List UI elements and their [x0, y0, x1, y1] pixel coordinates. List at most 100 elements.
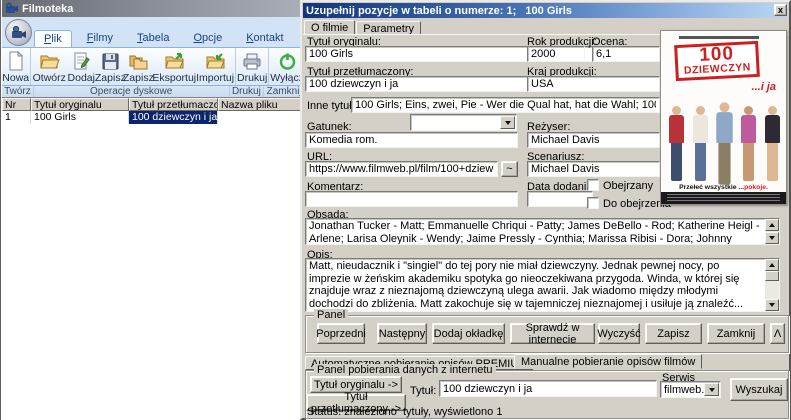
- tytul-search-input[interactable]: [439, 380, 657, 397]
- col-header-nr[interactable]: Nr: [2, 98, 31, 111]
- export-folder-icon: [164, 52, 185, 71]
- rezyser-input[interactable]: [527, 132, 660, 148]
- do-obejrzenia-checkbox[interactable]: [587, 197, 599, 209]
- obejrzany-checkbox[interactable]: [587, 179, 599, 191]
- tab-manualne-pobieranie[interactable]: Manualne pobieranie opisów filmów: [514, 354, 702, 369]
- poster-person: [741, 106, 756, 181]
- dialog-tabstrip: O filmie Parametry: [304, 20, 422, 35]
- obejrzany-label: Obejrzany: [603, 180, 653, 192]
- open-button-label: Otwórz: [33, 72, 66, 84]
- tab-o-filmie[interactable]: O filmie: [304, 20, 355, 35]
- tab-parametry[interactable]: Parametry: [356, 21, 421, 35]
- power-off-button[interactable]: Wyłącz: [270, 48, 303, 85]
- export-button[interactable]: Eksportuj: [152, 48, 196, 85]
- komentarz-input[interactable]: [305, 191, 518, 207]
- add-button[interactable]: Dodaj: [66, 48, 96, 85]
- desktop: Filmoteka Plik Filmy Tabela Opcje Kontak…: [0, 0, 791, 420]
- scenariusz-input[interactable]: [527, 161, 660, 177]
- open-folder-icon: [39, 52, 60, 71]
- new-button[interactable]: Nowa: [2, 48, 29, 85]
- gatunek-input[interactable]: [305, 132, 518, 148]
- tab-opcje[interactable]: Opcje: [184, 30, 231, 47]
- zapisz-button[interactable]: Zapisz: [645, 323, 702, 344]
- poster-people: [669, 97, 780, 181]
- poster-title: 100 DZIEWCZYN: [674, 41, 760, 81]
- close-icon[interactable]: x: [774, 4, 787, 16]
- poster-person: [716, 102, 733, 185]
- scroll-up-icon[interactable]: [765, 259, 779, 271]
- collapse-up-button[interactable]: Λ: [770, 323, 785, 344]
- opis-scrollbar[interactable]: [765, 259, 779, 311]
- save-as-button-label: Zapisz: [123, 72, 154, 84]
- import-button[interactable]: Importuj: [196, 48, 234, 85]
- sprawdz-w-internecie-button[interactable]: Sprawdź w internecie: [510, 323, 595, 344]
- obsada-scrollbar[interactable]: [765, 219, 779, 244]
- nastepny-button[interactable]: Następny: [377, 323, 427, 344]
- col-header-nazwa-pliku[interactable]: Nazwa pliku: [218, 98, 303, 111]
- serwis-combobox[interactable]: filmweb.pl: [660, 381, 721, 398]
- tab-filmy[interactable]: Filmy: [78, 30, 122, 47]
- panel-groupbox-label: Panel: [314, 309, 348, 321]
- add-button-label: Dodaj: [68, 72, 95, 84]
- col-header-tytul-przetlumaczony[interactable]: Tytuł przetłumaczony: [129, 98, 218, 111]
- movie-camera-icon: [11, 25, 27, 41]
- inne-tytuly-input[interactable]: [351, 97, 660, 113]
- toolbar-separator: [30, 48, 31, 85]
- table-cell-tytul-przetlumaczony-selected[interactable]: 100 dziewczyn i ja: [129, 111, 218, 124]
- scroll-up-icon[interactable]: [765, 219, 779, 231]
- scroll-down-icon[interactable]: [765, 232, 779, 244]
- chevron-down-icon[interactable]: [704, 383, 719, 396]
- table-cell-tytul-oryginalu[interactable]: 100 Girls: [31, 111, 129, 124]
- zamknij-button[interactable]: Zamknij: [707, 323, 765, 344]
- wyszukaj-button[interactable]: Wyszukaj: [730, 378, 788, 401]
- poster-person: [669, 106, 684, 181]
- url-expand-button[interactable]: ~: [501, 161, 518, 177]
- tab-plik[interactable]: Plik: [34, 30, 72, 47]
- printer-icon: [242, 52, 262, 71]
- main-titlebar[interactable]: Filmoteka: [2, 0, 303, 17]
- import-button-label: Importuj: [196, 72, 234, 84]
- print-button-label: Drukuj: [237, 72, 267, 84]
- export-button-label: Eksportuj: [152, 72, 196, 84]
- tab-tabela[interactable]: Tabela: [128, 30, 178, 47]
- ocena-input[interactable]: [592, 46, 660, 62]
- dodaj-okladke-button[interactable]: Dodaj okładkę: [432, 323, 505, 344]
- new-button-label: Nowa: [2, 72, 29, 84]
- chevron-down-icon[interactable]: [500, 116, 515, 129]
- gatunek-combobox[interactable]: [410, 114, 517, 131]
- opis-textarea[interactable]: Matt, nieudacznik i "singiel" do tej por…: [305, 258, 780, 312]
- dialog-titlebar[interactable]: Uzupełnij pozycje w tabeli o numerze: 1;…: [303, 3, 788, 18]
- save-button[interactable]: Zapisz: [96, 48, 124, 85]
- obsada-textarea[interactable]: Jonathan Tucker - Matt; Emmanuelle Chriq…: [305, 218, 780, 245]
- scrollbar-thumb[interactable]: [765, 271, 779, 281]
- kraj-produkcji-input[interactable]: [527, 76, 660, 92]
- toolbar-separator: [235, 48, 236, 85]
- ribbon-toolbar: Nowa Otwórz Dodaj Zapisz Zapisz: [2, 47, 303, 86]
- table-cell-nr[interactable]: 1: [2, 111, 31, 124]
- toolbar-separator: [268, 48, 269, 85]
- poster-tagline: Przełeć wszystkie ...pokoje.: [661, 184, 786, 191]
- copy-folders-icon: [128, 52, 148, 71]
- save-as-button[interactable]: Zapisz: [124, 48, 152, 85]
- col-header-tytul-oryginalu[interactable]: Tytuł oryginalu: [31, 98, 129, 111]
- power-button-label: Wyłącz: [270, 72, 303, 84]
- poprzedni-button[interactable]: Poprzedni: [317, 323, 365, 344]
- open-button[interactable]: Otwórz: [32, 48, 66, 85]
- movies-table: Nr Tytuł oryginalu Tytuł przetłumaczony …: [2, 97, 303, 419]
- print-button[interactable]: Drukuj: [237, 48, 267, 85]
- rok-produkcji-input[interactable]: [527, 46, 585, 62]
- url-input[interactable]: [305, 161, 498, 177]
- app-menu-button[interactable]: [5, 19, 32, 46]
- status-text: Status: znaleziono tytuły, wyświetlono 1: [307, 406, 502, 418]
- ribbon-tabstrip: Plik Filmy Tabela Opcje Kontakt: [34, 30, 293, 47]
- tab-kontakt[interactable]: Kontakt: [237, 30, 292, 47]
- download-panel-label: Panel pobierania danych z internetu: [314, 364, 496, 376]
- scroll-down-icon[interactable]: [765, 299, 779, 311]
- main-window-title: Filmoteka: [22, 3, 73, 15]
- dialog-title: Uzupełnij pozycje w tabeli o numerze: 1;…: [306, 5, 572, 17]
- new-page-icon: [7, 51, 25, 71]
- app-icon: [5, 2, 18, 15]
- data-dodania-input[interactable]: [527, 191, 593, 207]
- wyczysc-button[interactable]: Wyczyść: [598, 323, 640, 344]
- table-cell-nazwa-pliku[interactable]: [218, 111, 303, 124]
